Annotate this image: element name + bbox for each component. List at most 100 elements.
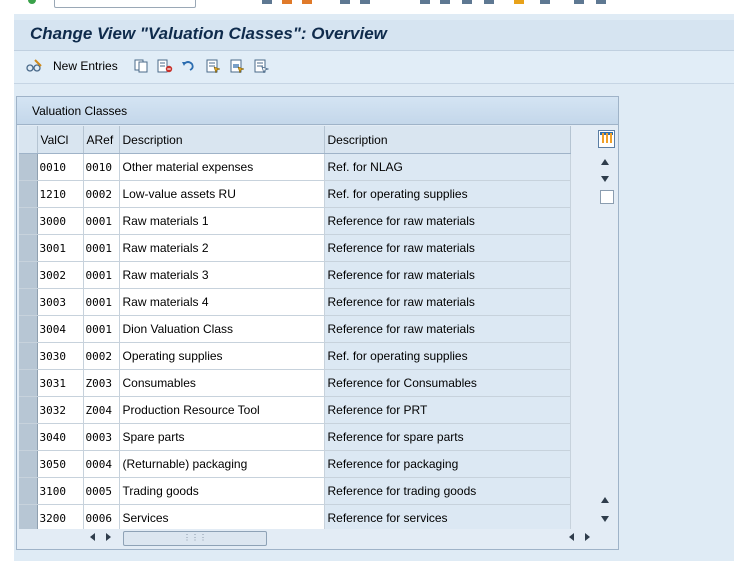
aref-cell[interactable]: 0006 (83, 504, 120, 532)
description-cell[interactable]: Spare parts (119, 423, 325, 451)
aref-cell[interactable]: 0004 (83, 450, 120, 478)
row-selector[interactable] (19, 369, 38, 397)
description-cell[interactable]: Production Resource Tool (119, 396, 325, 424)
row-selector[interactable] (19, 450, 38, 478)
column-header-description[interactable]: Description (119, 126, 325, 154)
description-cell[interactable]: Trading goods (119, 477, 325, 505)
description-cell[interactable]: Dion Valuation Class (119, 315, 325, 343)
row-selector[interactable] (19, 261, 38, 289)
aref-cell[interactable]: 0001 (83, 315, 120, 343)
table-row[interactable]: 3003 0001 Raw materials 4 Reference for raw… (19, 288, 571, 316)
description-cell[interactable]: Other material expenses (119, 153, 325, 181)
help-icon[interactable] (574, 0, 584, 4)
table-settings-button[interactable] (598, 130, 615, 148)
valcl-cell[interactable]: 3032 (37, 396, 84, 424)
valcl-cell[interactable]: 3031 (37, 369, 84, 397)
row-selector[interactable] (19, 477, 38, 505)
column-header-valcl[interactable]: ValCl (37, 126, 84, 154)
valcl-cell[interactable]: 3100 (37, 477, 84, 505)
column-header-ref-description[interactable]: Description (324, 126, 571, 154)
aref-cell[interactable]: Z004 (83, 396, 120, 424)
row-selector[interactable] (19, 207, 38, 235)
valcl-cell[interactable]: 3030 (37, 342, 84, 370)
aref-cell[interactable]: 0002 (83, 180, 120, 208)
valcl-cell[interactable]: 3002 (37, 261, 84, 289)
valcl-cell[interactable]: 1210 (37, 180, 84, 208)
scroll-right-end-icon[interactable] (585, 533, 590, 541)
description-cell[interactable]: Raw materials 3 (119, 261, 325, 289)
aref-cell[interactable]: 0002 (83, 342, 120, 370)
aref-cell[interactable]: 0005 (83, 477, 120, 505)
aref-cell[interactable]: 0001 (83, 261, 120, 289)
row-selector[interactable] (19, 234, 38, 262)
undo-button[interactable] (181, 57, 195, 75)
table-row[interactable]: 3032 Z004 Production Resource Tool Referenc… (19, 396, 571, 424)
table-row[interactable]: 3040 0003 Spare parts Reference for spare p… (19, 423, 571, 451)
valcl-cell[interactable]: 3050 (37, 450, 84, 478)
valcl-cell[interactable]: 3200 (37, 504, 84, 532)
deselect-all-button[interactable] (254, 57, 270, 75)
table-row[interactable]: 3100 0005 Trading goods Reference for tradi… (19, 477, 571, 505)
toolbar-icon[interactable] (282, 0, 292, 4)
scroll-left-end-icon[interactable] (569, 533, 574, 541)
valcl-cell[interactable]: 3001 (37, 234, 84, 262)
aref-cell[interactable]: 0010 (83, 153, 120, 181)
toolbar-icon[interactable] (484, 0, 494, 4)
row-selector[interactable] (19, 504, 38, 532)
toolbar-icon[interactable] (540, 0, 550, 4)
command-field[interactable] (54, 0, 196, 8)
scroll-down-bottom-icon[interactable] (601, 516, 609, 522)
table-row[interactable]: 3200 0006 Services Reference for services (19, 504, 571, 532)
select-all-button[interactable] (206, 57, 221, 75)
aref-cell[interactable]: Z003 (83, 369, 120, 397)
select-block-button[interactable] (230, 57, 245, 75)
description-cell[interactable]: (Returnable) packaging (119, 450, 325, 478)
row-selector[interactable] (19, 396, 38, 424)
scroll-left-icon[interactable] (90, 533, 95, 541)
row-selector[interactable] (19, 423, 38, 451)
toolbar-icon[interactable] (596, 0, 606, 4)
table-row[interactable]: 3004 0001 Dion Valuation Class Reference fo… (19, 315, 571, 343)
aref-cell[interactable]: 0003 (83, 423, 120, 451)
scroll-down-icon[interactable] (601, 176, 609, 182)
description-cell[interactable]: Operating supplies (119, 342, 325, 370)
horizontal-scroll-thumb[interactable]: ⋮⋮⋮ (123, 531, 267, 546)
table-row[interactable]: 3050 0004 (Returnable) packaging Reference … (19, 450, 571, 478)
description-cell[interactable]: Raw materials 2 (119, 234, 325, 262)
copy-as-button[interactable] (134, 57, 148, 75)
scroll-up-icon[interactable] (601, 159, 609, 165)
horizontal-scrollbar[interactable]: ⋮⋮⋮ (19, 529, 616, 546)
row-selector[interactable] (19, 342, 38, 370)
valcl-cell[interactable]: 3003 (37, 288, 84, 316)
toolbar-icon[interactable] (462, 0, 472, 4)
table-row[interactable]: 3000 0001 Raw materials 1 Reference for raw… (19, 207, 571, 235)
scroll-right-icon[interactable] (106, 533, 111, 541)
row-selector[interactable] (19, 288, 38, 316)
toolbar-icon[interactable] (340, 0, 350, 4)
delete-button[interactable] (157, 57, 173, 75)
aref-cell[interactable]: 0001 (83, 207, 120, 235)
toolbar-icon[interactable] (440, 0, 450, 4)
select-all-rows-cell[interactable] (19, 126, 38, 154)
description-cell[interactable]: Services (119, 504, 325, 532)
valcl-cell[interactable]: 3000 (37, 207, 84, 235)
valcl-cell[interactable]: 3040 (37, 423, 84, 451)
toolbar-icon[interactable] (514, 0, 524, 4)
toolbar-icon[interactable] (420, 0, 430, 4)
table-row[interactable]: 3001 0001 Raw materials 2 Reference for raw… (19, 234, 571, 262)
toolbar-icon[interactable] (360, 0, 370, 4)
aref-cell[interactable]: 0001 (83, 288, 120, 316)
aref-cell[interactable]: 0001 (83, 234, 120, 262)
valcl-cell[interactable]: 3004 (37, 315, 84, 343)
toolbar-icon[interactable] (302, 0, 312, 4)
table-row[interactable]: 3030 0002 Operating supplies Ref. for opera… (19, 342, 571, 370)
vertical-scrollbar[interactable] (598, 154, 614, 528)
row-selector[interactable] (19, 180, 38, 208)
row-selector[interactable] (19, 153, 38, 181)
new-entries-button[interactable]: New Entries (26, 57, 118, 75)
toolbar-icon[interactable] (262, 0, 272, 4)
enter-icon[interactable] (28, 0, 36, 4)
table-row[interactable]: 3031 Z003 Consumables Reference for Consuma… (19, 369, 571, 397)
valcl-cell[interactable]: 0010 (37, 153, 84, 181)
scroll-up-bottom-icon[interactable] (601, 497, 609, 503)
